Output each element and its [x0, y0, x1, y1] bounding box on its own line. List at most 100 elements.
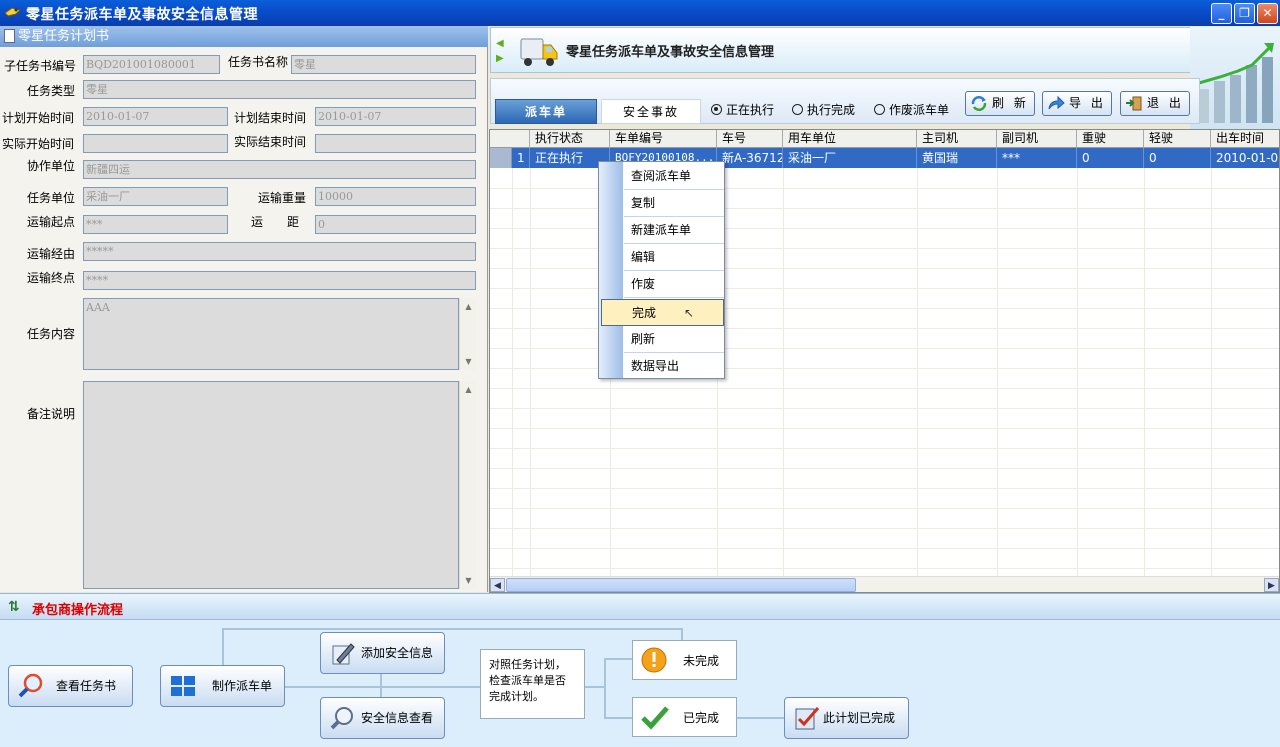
table-cell[interactable]: 0 — [1077, 148, 1144, 168]
actual-start-label: 实际开始时间 — [2, 137, 75, 151]
menu-item-refresh[interactable]: 刷新 — [624, 326, 724, 353]
add-safety-info-button[interactable]: 添加安全信息 — [320, 632, 445, 674]
menu-item-edit[interactable]: 编辑 — [624, 244, 724, 271]
scroll-down-icon[interactable]: ▼ — [461, 573, 476, 588]
grid-header: 执行状态 车单编号 车号 用车单位 主司机 副司机 重驶 轻驶 出车时间 — [490, 130, 1279, 148]
radio-running[interactable]: 正在执行 — [711, 101, 774, 118]
exit-button[interactable]: 退 出 — [1120, 91, 1190, 116]
column-header[interactable]: 主司机 — [917, 130, 997, 148]
task-unit-label: 任务单位 — [27, 191, 76, 205]
content-scrollbar[interactable]: ▲ ▼ — [459, 298, 476, 370]
radio-void[interactable]: 作废派车单 — [874, 101, 949, 118]
actual-start-field[interactable] — [83, 134, 228, 153]
column-header[interactable]: 车单编号 — [610, 130, 717, 148]
view-task-button[interactable]: 查看任务书 — [8, 665, 133, 707]
column-header[interactable]: 执行状态 — [530, 130, 610, 148]
actual-end-label: 实际结束时间 — [234, 135, 307, 149]
task-unit-field[interactable]: 采油一厂 — [83, 187, 228, 206]
flow-connector — [284, 686, 480, 688]
column-header[interactable]: 轻驶 — [1144, 130, 1211, 148]
column-header[interactable]: 用车单位 — [783, 130, 917, 148]
radio-done[interactable]: 执行完成 — [792, 101, 855, 118]
scroll-thumb[interactable] — [506, 578, 856, 592]
scroll-right-icon[interactable]: ▶ — [1264, 578, 1279, 592]
truck-icon — [520, 38, 558, 66]
exit-door-icon — [1126, 96, 1142, 111]
column-header[interactable]: 副司机 — [997, 130, 1077, 148]
table-cell[interactable]: *** — [997, 148, 1077, 168]
module-title: 零星任务派车单及事故安全信息管理 — [566, 45, 775, 60]
menu-item-new-dispatch[interactable]: 新建派车单 — [624, 217, 724, 244]
table-cell[interactable]: 2010-01-08 — [1211, 148, 1279, 168]
edit-document-icon — [332, 643, 355, 665]
menu-item-complete[interactable]: 完成 ↖ — [601, 299, 724, 326]
weight-field[interactable]: 10000 — [315, 187, 476, 206]
origin-label: 运输起点 — [27, 215, 76, 229]
grid-line — [490, 468, 1279, 469]
refresh-icon — [971, 96, 987, 111]
remark-scrollbar[interactable]: ▲ ▼ — [459, 381, 476, 589]
coop-unit-field[interactable]: 新疆四运 — [83, 160, 476, 179]
menu-item-export-data[interactable]: 数据导出 — [624, 353, 724, 380]
scroll-up-icon[interactable]: ▲ — [461, 299, 476, 314]
remark-textarea[interactable] — [83, 381, 459, 589]
column-header[interactable]: 车号 — [717, 130, 783, 148]
dest-label: 运输终点 — [27, 271, 76, 285]
dispatch-toolbar: 派车单 安全事故 正在执行 执行完成 作废派车单 刷 新 导 出 退 出 — [490, 78, 1200, 124]
tab-dispatch[interactable]: 派车单 — [495, 99, 597, 124]
content-textarea[interactable]: AAA — [83, 298, 459, 370]
flow-title: 承包商操作流程 — [32, 603, 124, 618]
refresh-button[interactable]: 刷 新 — [965, 91, 1035, 116]
scroll-down-icon[interactable]: ▼ — [461, 354, 476, 369]
view-safety-info-button[interactable]: 安全信息查看 — [320, 697, 445, 739]
plan-start-label: 计划开始时间 — [2, 111, 75, 125]
content-label: 任务内容 — [27, 327, 76, 341]
table-cell[interactable]: 0 — [1144, 148, 1211, 168]
maximize-button[interactable]: ❐ — [1234, 3, 1255, 24]
grid-horizontal-scrollbar[interactable]: ◀ ▶ — [490, 576, 1279, 592]
dest-field[interactable]: **** — [83, 271, 476, 290]
module-header: ◀ ▶ 零星任务派车单及事故安全信息管理 — [490, 27, 1200, 73]
distance-field[interactable]: 0 — [315, 215, 476, 234]
flow-connector — [604, 658, 632, 660]
tab-safety-accident[interactable]: 安全事故 — [601, 99, 701, 124]
plan-end-field[interactable]: 2010-01-07 — [315, 107, 476, 126]
task-name-field[interactable]: 零星 — [291, 55, 476, 74]
title-bar: 零星任务派车单及事故安全信息管理 _ ❐ ✕ — [0, 0, 1280, 26]
grid-line — [512, 168, 513, 578]
grid-line — [1077, 168, 1078, 578]
menu-item-copy[interactable]: 复制 — [624, 190, 724, 217]
nav-arrows-icon[interactable]: ◀ ▶ — [496, 36, 504, 66]
grid-line — [490, 388, 1279, 389]
growth-chart-icon — [1190, 27, 1280, 129]
not-complete-button[interactable]: 未完成 — [632, 640, 737, 680]
warning-icon — [641, 647, 667, 673]
scroll-up-icon[interactable]: ▲ — [461, 382, 476, 397]
actual-end-field[interactable] — [315, 134, 476, 153]
table-cell[interactable]: 黄国瑞 — [917, 148, 997, 168]
origin-field[interactable]: *** — [83, 215, 228, 234]
column-header[interactable]: 重驶 — [1077, 130, 1144, 148]
remark-label: 备注说明 — [27, 407, 76, 421]
plan-start-field[interactable]: 2010-01-07 — [83, 107, 228, 126]
column-header[interactable]: 出车时间 — [1211, 130, 1279, 148]
close-button[interactable]: ✕ — [1257, 3, 1278, 24]
check-plan-note: 对照任务计划， 检查派车单是否 完成计划。 — [480, 649, 585, 719]
flow-header: ⇅ 承包商操作流程 — [0, 594, 1280, 620]
table-cell[interactable]: 采油一厂 — [783, 148, 917, 168]
table-cell[interactable]: 新A-36712 — [717, 148, 783, 168]
via-field[interactable]: ***** — [83, 242, 476, 261]
task-type-field[interactable]: 零星 — [83, 80, 476, 99]
minimize-button[interactable]: _ — [1211, 3, 1232, 24]
menu-item-void[interactable]: 作废 — [624, 271, 724, 298]
flow-connector — [222, 628, 682, 630]
make-dispatch-button[interactable]: 制作派车单 — [160, 665, 285, 707]
plan-completed-button[interactable]: 此计划已完成 — [784, 697, 909, 739]
complete-button[interactable]: 已完成 — [632, 697, 737, 737]
menu-item-view-dispatch[interactable]: 查阅派车单 — [624, 163, 724, 190]
sub-task-no-field[interactable]: BQD201001080001 — [83, 55, 220, 74]
scroll-left-icon[interactable]: ◀ — [490, 578, 505, 592]
cycle-arrows-icon: ⇅ — [8, 599, 20, 615]
row-selector-icon[interactable] — [490, 148, 512, 168]
export-button[interactable]: 导 出 — [1042, 91, 1112, 116]
